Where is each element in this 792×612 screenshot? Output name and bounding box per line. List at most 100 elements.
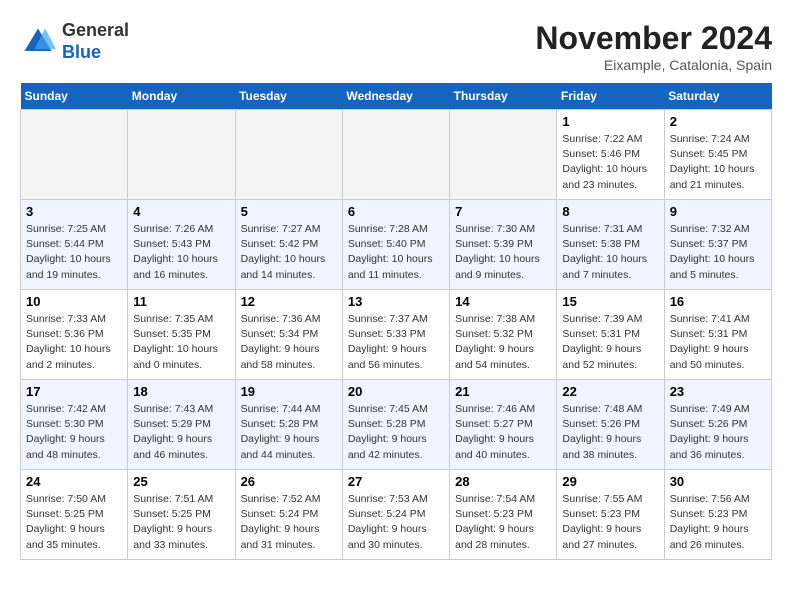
page-header: General Blue November 2024 Eixample, Cat… <box>20 20 772 73</box>
week-row-3: 10 Sunrise: 7:33 AM Sunset: 5:36 PM Dayli… <box>21 290 772 380</box>
calendar-cell: 3 Sunrise: 7:25 AM Sunset: 5:44 PM Daylig… <box>21 200 128 290</box>
day-info: Sunrise: 7:54 AM Sunset: 5:23 PM Dayligh… <box>455 492 551 553</box>
day-number: 7 <box>455 204 551 219</box>
calendar-cell: 5Sunrise: 7:27 AM Sunset: 5:42 PM Daylig… <box>235 200 342 290</box>
calendar-cell: 9 Sunrise: 7:32 AM Sunset: 5:37 PM Daylig… <box>664 200 771 290</box>
week-row-1: 1 Sunrise: 7:22 AM Sunset: 5:46 PM Daylig… <box>21 110 772 200</box>
logo-text: General Blue <box>62 20 129 63</box>
day-info: Sunrise: 7:50 AM Sunset: 5:25 PM Dayligh… <box>26 492 122 553</box>
calendar-cell <box>450 110 557 200</box>
calendar-cell: 11Sunrise: 7:35 AM Sunset: 5:35 PM Dayli… <box>128 290 235 380</box>
day-info: Sunrise: 7:36 AM Sunset: 5:34 PM Dayligh… <box>241 312 337 373</box>
calendar-cell: 7 Sunrise: 7:30 AM Sunset: 5:39 PM Daylig… <box>450 200 557 290</box>
day-number: 16 <box>670 294 766 309</box>
calendar-cell: 2 Sunrise: 7:24 AM Sunset: 5:45 PM Daylig… <box>664 110 771 200</box>
logo-general: General <box>62 20 129 40</box>
day-info: Sunrise: 7:28 AM Sunset: 5:40 PM Dayligh… <box>348 222 444 283</box>
day-info: Sunrise: 7:26 AM Sunset: 5:43 PM Dayligh… <box>133 222 229 283</box>
day-number: 11 <box>133 294 229 309</box>
day-number: 25 <box>133 474 229 489</box>
calendar-cell: 17 Sunrise: 7:42 AM Sunset: 5:30 PM Dayli… <box>21 380 128 470</box>
day-number: 22 <box>562 384 658 399</box>
day-info: Sunrise: 7:41 AM Sunset: 5:31 PM Dayligh… <box>670 312 766 373</box>
day-number: 12 <box>241 294 337 309</box>
day-number: 18 <box>133 384 229 399</box>
calendar-cell: 15 Sunrise: 7:39 AM Sunset: 5:31 PM Dayli… <box>557 290 664 380</box>
calendar-cell <box>235 110 342 200</box>
week-row-5: 24 Sunrise: 7:50 AM Sunset: 5:25 PM Dayli… <box>21 470 772 560</box>
day-number: 23 <box>670 384 766 399</box>
day-number: 21 <box>455 384 551 399</box>
calendar-cell: 30Sunrise: 7:56 AM Sunset: 5:23 PM Dayli… <box>664 470 771 560</box>
day-number: 3 <box>26 204 122 219</box>
day-number: 2 <box>670 114 766 129</box>
day-number: 9 <box>670 204 766 219</box>
day-info: Sunrise: 7:51 AM Sunset: 5:25 PM Dayligh… <box>133 492 229 553</box>
day-info: Sunrise: 7:43 AM Sunset: 5:29 PM Dayligh… <box>133 402 229 463</box>
day-number: 14 <box>455 294 551 309</box>
day-info: Sunrise: 7:56 AM Sunset: 5:23 PM Dayligh… <box>670 492 766 553</box>
day-number: 29 <box>562 474 658 489</box>
day-info: Sunrise: 7:52 AM Sunset: 5:24 PM Dayligh… <box>241 492 337 553</box>
day-number: 17 <box>26 384 122 399</box>
calendar-cell: 6Sunrise: 7:28 AM Sunset: 5:40 PM Daylig… <box>342 200 449 290</box>
calendar-cell: 24 Sunrise: 7:50 AM Sunset: 5:25 PM Dayli… <box>21 470 128 560</box>
day-info: Sunrise: 7:31 AM Sunset: 5:38 PM Dayligh… <box>562 222 658 283</box>
weekday-header-sunday: Sunday <box>21 83 128 110</box>
logo: General Blue <box>20 20 129 63</box>
day-info: Sunrise: 7:25 AM Sunset: 5:44 PM Dayligh… <box>26 222 122 283</box>
calendar-cell: 19 Sunrise: 7:44 AM Sunset: 5:28 PM Dayli… <box>235 380 342 470</box>
calendar-cell: 26 Sunrise: 7:52 AM Sunset: 5:24 PM Dayli… <box>235 470 342 560</box>
day-info: Sunrise: 7:22 AM Sunset: 5:46 PM Dayligh… <box>562 132 658 193</box>
day-info: Sunrise: 7:53 AM Sunset: 5:24 PM Dayligh… <box>348 492 444 553</box>
day-info: Sunrise: 7:33 AM Sunset: 5:36 PM Dayligh… <box>26 312 122 373</box>
day-number: 15 <box>562 294 658 309</box>
day-info: Sunrise: 7:37 AM Sunset: 5:33 PM Dayligh… <box>348 312 444 373</box>
day-number: 26 <box>241 474 337 489</box>
logo-icon <box>20 24 56 60</box>
day-number: 13 <box>348 294 444 309</box>
calendar-cell: 12 Sunrise: 7:36 AM Sunset: 5:34 PM Dayli… <box>235 290 342 380</box>
calendar-cell: 21 Sunrise: 7:46 AM Sunset: 5:27 PM Dayli… <box>450 380 557 470</box>
day-number: 1 <box>562 114 658 129</box>
title-area: November 2024 Eixample, Catalonia, Spain <box>535 20 772 73</box>
calendar-cell: 28 Sunrise: 7:54 AM Sunset: 5:23 PM Dayli… <box>450 470 557 560</box>
day-info: Sunrise: 7:49 AM Sunset: 5:26 PM Dayligh… <box>670 402 766 463</box>
calendar-cell: 8 Sunrise: 7:31 AM Sunset: 5:38 PM Daylig… <box>557 200 664 290</box>
week-row-4: 17 Sunrise: 7:42 AM Sunset: 5:30 PM Dayli… <box>21 380 772 470</box>
calendar-cell: 20Sunrise: 7:45 AM Sunset: 5:28 PM Dayli… <box>342 380 449 470</box>
day-number: 8 <box>562 204 658 219</box>
day-info: Sunrise: 7:30 AM Sunset: 5:39 PM Dayligh… <box>455 222 551 283</box>
day-info: Sunrise: 7:46 AM Sunset: 5:27 PM Dayligh… <box>455 402 551 463</box>
day-info: Sunrise: 7:27 AM Sunset: 5:42 PM Dayligh… <box>241 222 337 283</box>
day-info: Sunrise: 7:24 AM Sunset: 5:45 PM Dayligh… <box>670 132 766 193</box>
calendar-cell: 22Sunrise: 7:48 AM Sunset: 5:26 PM Dayli… <box>557 380 664 470</box>
weekday-header-thursday: Thursday <box>450 83 557 110</box>
day-number: 24 <box>26 474 122 489</box>
day-info: Sunrise: 7:44 AM Sunset: 5:28 PM Dayligh… <box>241 402 337 463</box>
calendar-cell <box>128 110 235 200</box>
day-number: 19 <box>241 384 337 399</box>
day-info: Sunrise: 7:42 AM Sunset: 5:30 PM Dayligh… <box>26 402 122 463</box>
day-info: Sunrise: 7:38 AM Sunset: 5:32 PM Dayligh… <box>455 312 551 373</box>
week-row-2: 3 Sunrise: 7:25 AM Sunset: 5:44 PM Daylig… <box>21 200 772 290</box>
day-info: Sunrise: 7:45 AM Sunset: 5:28 PM Dayligh… <box>348 402 444 463</box>
calendar-cell: 13 Sunrise: 7:37 AM Sunset: 5:33 PM Dayli… <box>342 290 449 380</box>
day-number: 10 <box>26 294 122 309</box>
calendar-cell <box>21 110 128 200</box>
calendar-cell: 25 Sunrise: 7:51 AM Sunset: 5:25 PM Dayli… <box>128 470 235 560</box>
weekday-header-friday: Friday <box>557 83 664 110</box>
calendar-cell: 10 Sunrise: 7:33 AM Sunset: 5:36 PM Dayli… <box>21 290 128 380</box>
weekday-header-monday: Monday <box>128 83 235 110</box>
calendar-cell: 27 Sunrise: 7:53 AM Sunset: 5:24 PM Dayli… <box>342 470 449 560</box>
calendar-cell: 23 Sunrise: 7:49 AM Sunset: 5:26 PM Dayli… <box>664 380 771 470</box>
day-number: 27 <box>348 474 444 489</box>
day-info: Sunrise: 7:32 AM Sunset: 5:37 PM Dayligh… <box>670 222 766 283</box>
day-number: 28 <box>455 474 551 489</box>
calendar-cell: 16 Sunrise: 7:41 AM Sunset: 5:31 PM Dayli… <box>664 290 771 380</box>
day-info: Sunrise: 7:39 AM Sunset: 5:31 PM Dayligh… <box>562 312 658 373</box>
calendar-cell: 14 Sunrise: 7:38 AM Sunset: 5:32 PM Dayli… <box>450 290 557 380</box>
calendar-cell: 18 Sunrise: 7:43 AM Sunset: 5:29 PM Dayli… <box>128 380 235 470</box>
day-info: Sunrise: 7:55 AM Sunset: 5:23 PM Dayligh… <box>562 492 658 553</box>
weekday-header-tuesday: Tuesday <box>235 83 342 110</box>
